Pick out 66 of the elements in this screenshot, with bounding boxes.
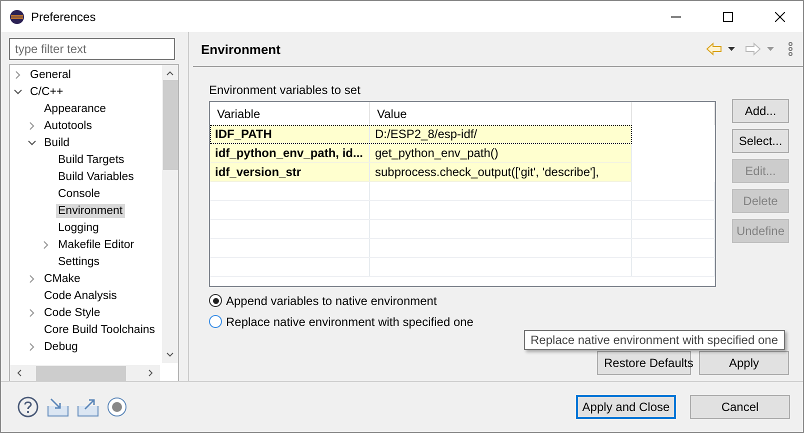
side-button[interactable]: Select... <box>732 129 789 153</box>
scroll-left-icon[interactable] <box>16 369 22 377</box>
import-icon[interactable] <box>47 397 69 417</box>
back-arrow-icon[interactable] <box>706 42 722 56</box>
scroll-up-icon[interactable] <box>166 70 174 76</box>
table-row[interactable]: idf_python_env_path, id... get_python_env_path() <box>210 144 632 163</box>
chevron-right-icon[interactable] <box>14 70 22 78</box>
table-cell: IDF_PATH <box>210 125 370 143</box>
table-cell: D:/ESP2_8/esp-idf/ <box>370 125 632 143</box>
forward-arrow-icon[interactable] <box>745 42 761 56</box>
table-cell: idf_python_env_path, id... <box>210 144 370 162</box>
table-cell: subprocess.check_output(['git', 'describe'], <box>370 163 632 181</box>
tree-item[interactable]: Makefile Editor <box>56 238 136 252</box>
tree-item[interactable]: Code Analysis <box>42 288 119 302</box>
caret-icon[interactable] <box>728 47 735 51</box>
chevron-right-icon[interactable] <box>42 240 50 248</box>
tree-item[interactable]: Settings <box>56 254 102 268</box>
menu-icon[interactable] <box>788 42 793 56</box>
chevron-right-icon[interactable] <box>28 342 36 350</box>
side-button[interactable]: Add... <box>732 99 789 123</box>
tree-item[interactable]: Code Style <box>42 306 102 320</box>
dialog-button[interactable]: Cancel <box>690 395 790 419</box>
tree-item[interactable]: Environment <box>56 204 125 218</box>
restore-defaults-button[interactable]: Restore Defaults <box>597 351 691 375</box>
record-icon[interactable] <box>107 397 127 417</box>
tree-item[interactable]: Build Variables <box>56 170 136 184</box>
scroll-down-icon[interactable] <box>166 352 174 358</box>
table-cell: idf_version_str <box>210 163 370 181</box>
tree-item[interactable]: Autotools <box>42 118 94 132</box>
tree-item[interactable]: Core Build Toolchains <box>42 322 158 336</box>
eclipse-logo-icon <box>9 8 25 24</box>
chevron-right-icon[interactable] <box>28 308 36 316</box>
help-icon[interactable] <box>17 396 39 418</box>
chevron-down-icon[interactable] <box>14 88 22 96</box>
page-title: Environment <box>201 42 280 56</box>
scroll-right-icon[interactable] <box>148 369 154 377</box>
table-label: Environment variables to set <box>209 83 362 97</box>
tree-item[interactable]: Debug <box>42 340 80 354</box>
tree-item[interactable]: Build Targets <box>56 152 126 166</box>
tooltip: Replace native environment with specified one <box>524 330 785 350</box>
filter-field[interactable]: type filter text <box>9 38 175 60</box>
tree-item[interactable]: General <box>28 68 73 82</box>
tree-item[interactable]: CMake <box>42 272 82 286</box>
tree-item[interactable]: Build <box>42 136 72 150</box>
tree-item[interactable]: Appearance <box>42 102 108 116</box>
tree-item[interactable]: C/C++ <box>28 84 66 98</box>
radio-label[interactable]: Append variables to native environment <box>226 294 437 308</box>
tree-item[interactable]: Console <box>56 186 102 200</box>
close-icon[interactable] <box>775 12 785 22</box>
horizontal-scrollbar[interactable] <box>10 365 160 381</box>
chevron-down-icon[interactable] <box>28 138 36 146</box>
apply-button[interactable]: Apply <box>699 351 789 375</box>
radio-label[interactable]: Replace native environment with specified one <box>226 314 474 328</box>
chevron-right-icon[interactable] <box>28 122 36 130</box>
table-row[interactable]: idf_version_str subprocess.check_output(['git', 'describe'], <box>210 163 632 182</box>
export-icon[interactable] <box>77 397 99 417</box>
table-row[interactable]: IDF_PATH D:/ESP2_8/esp-idf/ <box>210 125 632 144</box>
window-title: Preferences <box>31 10 96 24</box>
table-cell: get_python_env_path() <box>370 144 632 162</box>
chevron-right-icon[interactable] <box>28 274 36 282</box>
radio-button[interactable] <box>209 294 222 307</box>
dialog-button[interactable]: Apply and Close <box>576 395 676 419</box>
tree-item[interactable]: Logging <box>56 220 101 234</box>
vertical-scrollbar[interactable] <box>162 65 178 363</box>
maximize-icon[interactable] <box>723 12 733 22</box>
radio-button[interactable] <box>209 315 222 328</box>
